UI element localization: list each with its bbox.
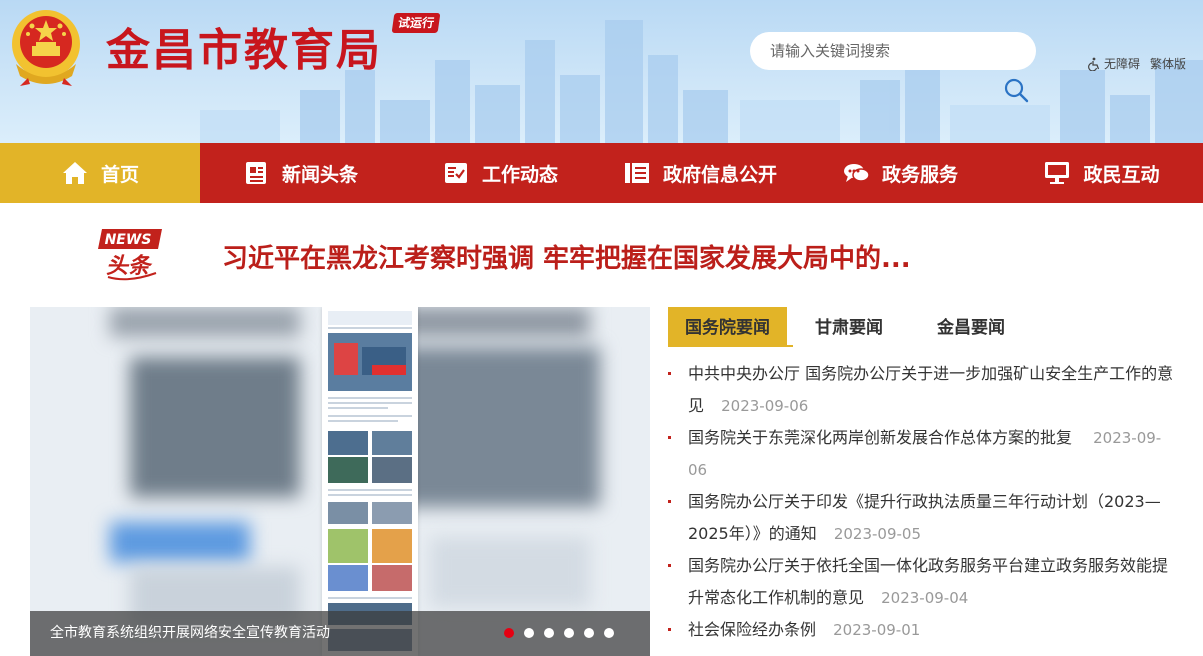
list-bullet (668, 436, 671, 439)
list-bullet (668, 564, 671, 567)
list-icon (624, 163, 649, 183)
site-header: 金昌市教育局 试运行 无障碍 繁体版 (0, 0, 1203, 143)
news-title-link[interactable]: 国务院办公厅关于印发《提升行政执法质量三年行动计划（2023—2025年）》的通… (688, 492, 1161, 543)
main-nav: 首页 新闻头条 工作动态 政府信息公开 政务服务 政民互动 (0, 143, 1203, 203)
nav-item-label: 首页 (100, 163, 139, 186)
nav-item-label: 工作动态 (481, 163, 558, 186)
home-icon (62, 162, 87, 184)
carousel-dot[interactable] (544, 628, 554, 638)
nav-item-work-updates[interactable]: 工作动态 (400, 143, 600, 203)
nav-item-home[interactable]: 首页 (0, 143, 200, 203)
nav-item-label: 政务服务 (881, 163, 958, 186)
carousel-photo-blur (130, 357, 300, 497)
chat-icon (843, 164, 870, 182)
carousel-dot[interactable] (524, 628, 534, 638)
tab-jinchang[interactable]: 金昌要闻 (937, 307, 1005, 347)
list-bullet (668, 628, 671, 631)
carousel-dot[interactable] (564, 628, 574, 638)
nav-item-label: 新闻头条 (281, 163, 358, 186)
list-item: 国务院办公厅关于依托全国一体化政务服务平台建立政务服务效能提升常态化工作机制的意… (668, 550, 1178, 614)
tab-underline (668, 345, 793, 347)
accessibility-link[interactable]: 无障碍 (1104, 55, 1140, 72)
list-item: 中共中央办公厅 国务院办公厅关于进一步加强矿山安全生产工作的意见 2023-09… (668, 358, 1178, 422)
carousel-dot[interactable] (584, 628, 594, 638)
news-date: 2023-09-04 (881, 589, 969, 607)
carousel-photo-blur (430, 537, 590, 607)
news-title-link[interactable]: 社会保险经办条例 (688, 620, 816, 639)
nav-item-public-interaction[interactable]: 政民互动 (1000, 143, 1203, 203)
search-icon[interactable] (1003, 77, 1029, 103)
national-emblem-icon (12, 10, 80, 86)
nav-item-label: 政民互动 (1083, 163, 1160, 186)
news-badge-en: NEWS (105, 232, 152, 248)
news-title-link[interactable]: 国务院关于东莞深化两岸创新发展合作总体方案的批复 (688, 428, 1072, 447)
list-bullet (668, 372, 671, 375)
nav-item-gov-info[interactable]: 政府信息公开 (600, 143, 800, 203)
carousel-document-image (322, 307, 418, 656)
image-carousel[interactable]: 全市教育系统组织开展网络安全宣传教育活动 (30, 307, 650, 656)
list-item: 国务院关于东莞深化两岸创新发展合作总体方案的批复 2023-09-06 (668, 422, 1178, 486)
carousel-photo-blur (400, 307, 590, 337)
list-item: 国务院办公厅关于印发《提升行政执法质量三年行动计划（2023—2025年）》的通… (668, 486, 1178, 550)
accessibility-links: 无障碍 繁体版 (1087, 55, 1186, 72)
carousel-pagination (504, 628, 624, 638)
news-list: 中共中央办公厅 国务院办公厅关于进一步加强矿山安全生产工作的意见 2023-09… (668, 358, 1178, 646)
tab-gansu[interactable]: 甘肃要闻 (815, 307, 883, 347)
traditional-chinese-link[interactable]: 繁体版 (1150, 55, 1186, 72)
news-icon (245, 162, 266, 184)
search-input[interactable] (750, 32, 1036, 70)
nav-item-gov-services[interactable]: 政务服务 (800, 143, 1000, 203)
news-headline-badge: NEWS 头条 (98, 229, 162, 281)
nav-item-headlines[interactable]: 新闻头条 (200, 143, 400, 203)
tab-state-council[interactable]: 国务院要闻 (668, 307, 787, 347)
document-collage (328, 311, 412, 651)
wheelchair-icon (1088, 57, 1100, 71)
carousel-dot[interactable] (604, 628, 614, 638)
carousel-dot[interactable] (504, 628, 514, 638)
clipboard-icon (444, 163, 467, 183)
carousel-photo-blur (110, 522, 250, 562)
top-headline-link[interactable]: 习近平在黑龙江考察时强调 牢牢把握在国家发展大局中的... (222, 238, 911, 275)
monitor-icon (1045, 162, 1070, 184)
news-date: 2023-09-01 (833, 621, 921, 639)
news-tabs: 国务院要闻 甘肃要闻 金昌要闻 (668, 307, 1203, 347)
carousel-photo-blur (400, 347, 600, 507)
news-date: 2023-09-05 (833, 525, 922, 543)
list-bullet (668, 500, 671, 503)
site-title: 金昌市教育局 (106, 25, 382, 76)
carousel-photo-blur (110, 307, 300, 337)
list-item: 社会保险经办条例 2023-09-01 (668, 614, 1178, 646)
news-date: 2023-09-06 (721, 397, 809, 415)
nav-item-label: 政府信息公开 (662, 163, 777, 186)
trial-badge: 试运行 (391, 13, 441, 33)
